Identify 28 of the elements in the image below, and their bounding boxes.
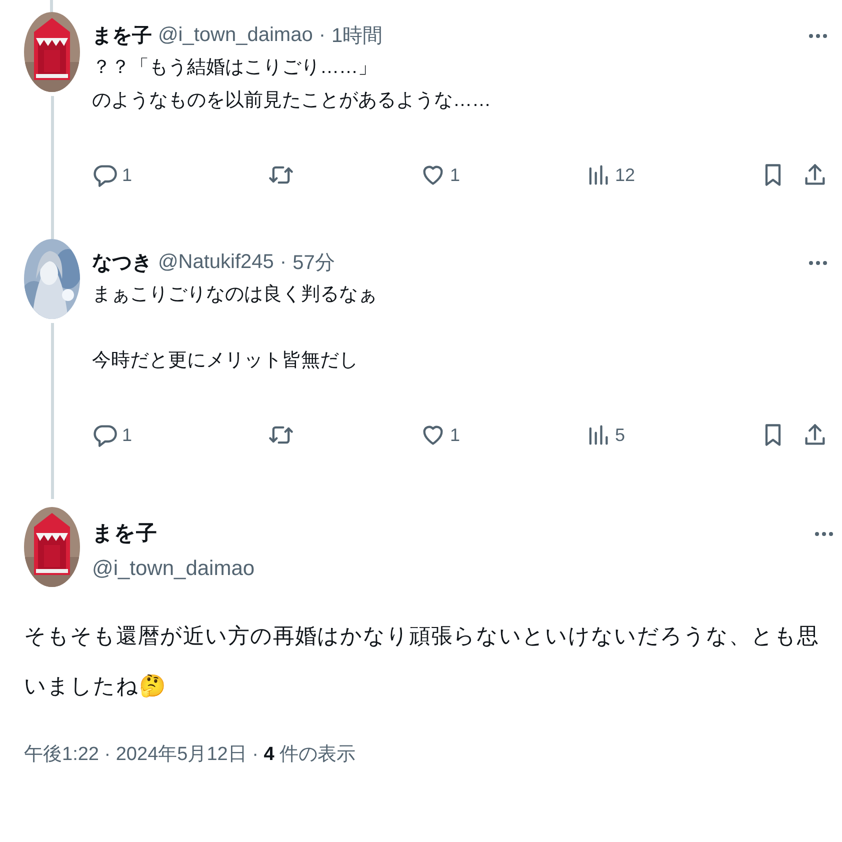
user-name[interactable]: まを子	[92, 22, 152, 49]
post-time[interactable]: 57分	[292, 249, 335, 276]
more-icon[interactable]	[808, 260, 828, 266]
user-handle[interactable]: @i_town_daimao	[158, 24, 313, 47]
views-button[interactable]: 5	[585, 422, 760, 448]
dot-separator: ·	[318, 24, 326, 47]
share-icon	[802, 422, 828, 448]
user-handle[interactable]: @Natukif245	[158, 251, 274, 274]
views-button[interactable]: 12	[585, 162, 760, 188]
share-button[interactable]	[802, 422, 828, 448]
like-button[interactable]: 1	[420, 162, 585, 188]
user-name[interactable]: まを子	[92, 519, 255, 547]
post-text: 今時だと更にメリット皆無だし	[92, 349, 359, 373]
share-icon	[802, 162, 828, 188]
post-text: そもそも還暦が近い方の再婚はかなり頑張らないといけないだろうな、とも思いましたね🤔	[24, 623, 820, 700]
post-text: まぁこりごりなのは良く判るなぁ	[92, 283, 378, 307]
more-icon[interactable]	[808, 32, 828, 38]
more-icon[interactable]	[814, 531, 834, 537]
like-button[interactable]: 1	[420, 422, 585, 448]
user-handle[interactable]: @i_town_daimao	[92, 557, 255, 581]
dot-separator: ·	[280, 251, 287, 274]
reply-button[interactable]: 1	[92, 162, 268, 188]
post-time[interactable]: 1時間	[332, 22, 383, 49]
user-name[interactable]: なつき	[92, 249, 152, 276]
post-meta: 午後1:22 · 2024年5月12日 · 4 件の表示	[24, 743, 357, 767]
reply-button[interactable]: 1	[92, 422, 268, 448]
share-button[interactable]	[802, 162, 828, 188]
post-text: ？？「もう結婚はこりごり……」 のようなものを以前見たことがあるような……	[92, 56, 492, 113]
